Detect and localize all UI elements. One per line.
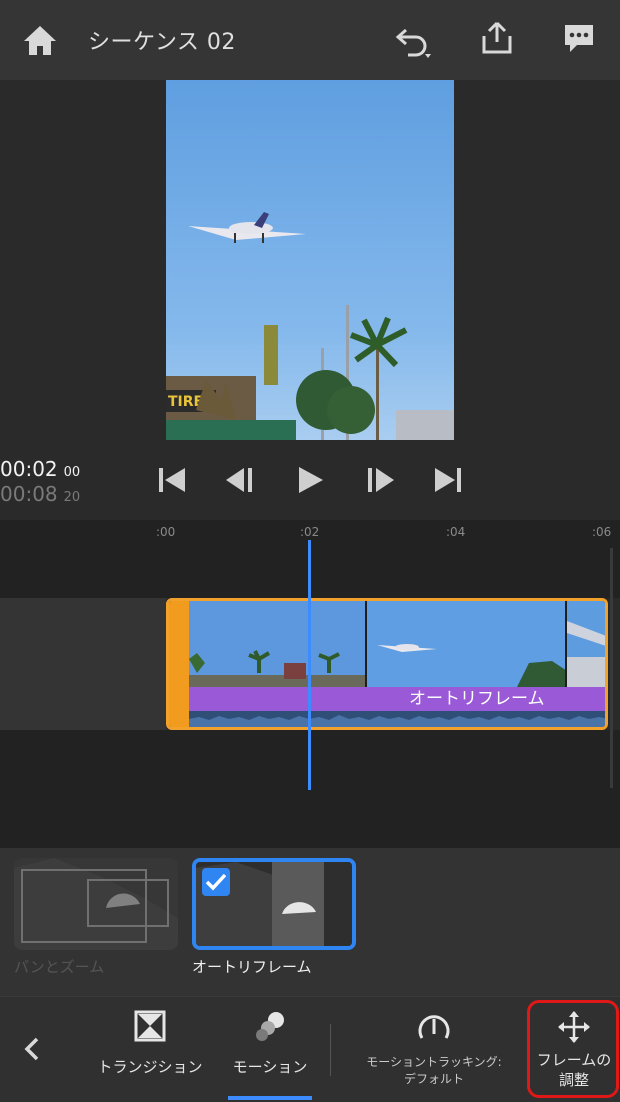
timeline-scrollbar[interactable]: [610, 548, 613, 788]
undo-icon[interactable]: [394, 24, 434, 60]
checkmark-icon: [205, 873, 227, 891]
pan-zoom-label: パンとズーム: [14, 958, 105, 976]
current-time: 00:02: [0, 457, 58, 481]
toolbar-divider: [330, 1024, 331, 1076]
active-tab-indicator: [228, 1096, 312, 1100]
track-header: [0, 598, 166, 730]
motion-tab[interactable]: モーション: [222, 1010, 318, 1077]
total-frames: 20: [63, 490, 81, 505]
video-clip[interactable]: オートリフレーム: [166, 598, 608, 730]
video-preview[interactable]: TIRES: [166, 80, 454, 440]
playhead[interactable]: [308, 540, 311, 790]
back-chevron-icon[interactable]: [18, 1034, 48, 1064]
clip-thumbnail: [567, 601, 605, 687]
effect-bar[interactable]: オートリフレーム: [189, 687, 605, 711]
skip-to-end-icon[interactable]: [430, 462, 466, 498]
total-time: 00:08: [0, 482, 58, 506]
total-timecode: 00:08 20: [0, 482, 80, 506]
motion-tracking-button[interactable]: モーショントラッキング: デフォルト: [346, 1010, 522, 1088]
motion-tracking-value: デフォルト: [403, 1072, 464, 1086]
tick-label: :02: [300, 525, 320, 539]
pan-zoom-thumbnail: [14, 858, 178, 950]
auto-reframe-label: オートリフレーム: [192, 958, 312, 976]
audio-waveform: [189, 711, 605, 727]
auto-reframe-card[interactable]: [192, 858, 356, 950]
motion-icon: [256, 1012, 284, 1041]
transition-label: トランジション: [97, 1058, 203, 1076]
share-icon[interactable]: [480, 20, 514, 56]
transition-button[interactable]: トランジション: [92, 1010, 208, 1077]
step-forward-icon[interactable]: [362, 462, 398, 498]
feedback-icon[interactable]: [562, 22, 596, 56]
airplane-image: [188, 212, 306, 243]
clip-thumbnails: [189, 601, 605, 687]
top-bar: シーケンス 02: [0, 0, 620, 80]
clip-thumbnail: [367, 601, 567, 687]
tick-label: :04: [446, 525, 466, 539]
play-icon[interactable]: [292, 462, 328, 498]
clip-thumbnail: [189, 601, 367, 687]
transition-icon: [134, 1010, 166, 1042]
tick-label: :00: [156, 525, 176, 539]
checkbox-checked[interactable]: [202, 868, 230, 896]
skip-to-start-icon[interactable]: [154, 462, 190, 498]
clip-trim-handle[interactable]: [169, 601, 189, 727]
step-back-icon[interactable]: [222, 462, 258, 498]
motion-tracking-label: モーショントラッキング:: [366, 1055, 502, 1069]
pan-zoom-card[interactable]: [14, 858, 178, 950]
speedometer-icon: [418, 1015, 450, 1039]
effect-bar-label: オートリフレーム: [409, 689, 545, 709]
video-frame-image: TIRES: [166, 212, 454, 440]
current-timecode: 00:02 00: [0, 457, 80, 481]
current-frames: 00: [63, 465, 81, 480]
highlight-box: [527, 1000, 619, 1098]
home-icon[interactable]: [22, 22, 58, 58]
motion-label: モーション: [232, 1058, 308, 1076]
sequence-title[interactable]: シーケンス 02: [88, 24, 236, 56]
tick-label: :06: [592, 525, 612, 539]
